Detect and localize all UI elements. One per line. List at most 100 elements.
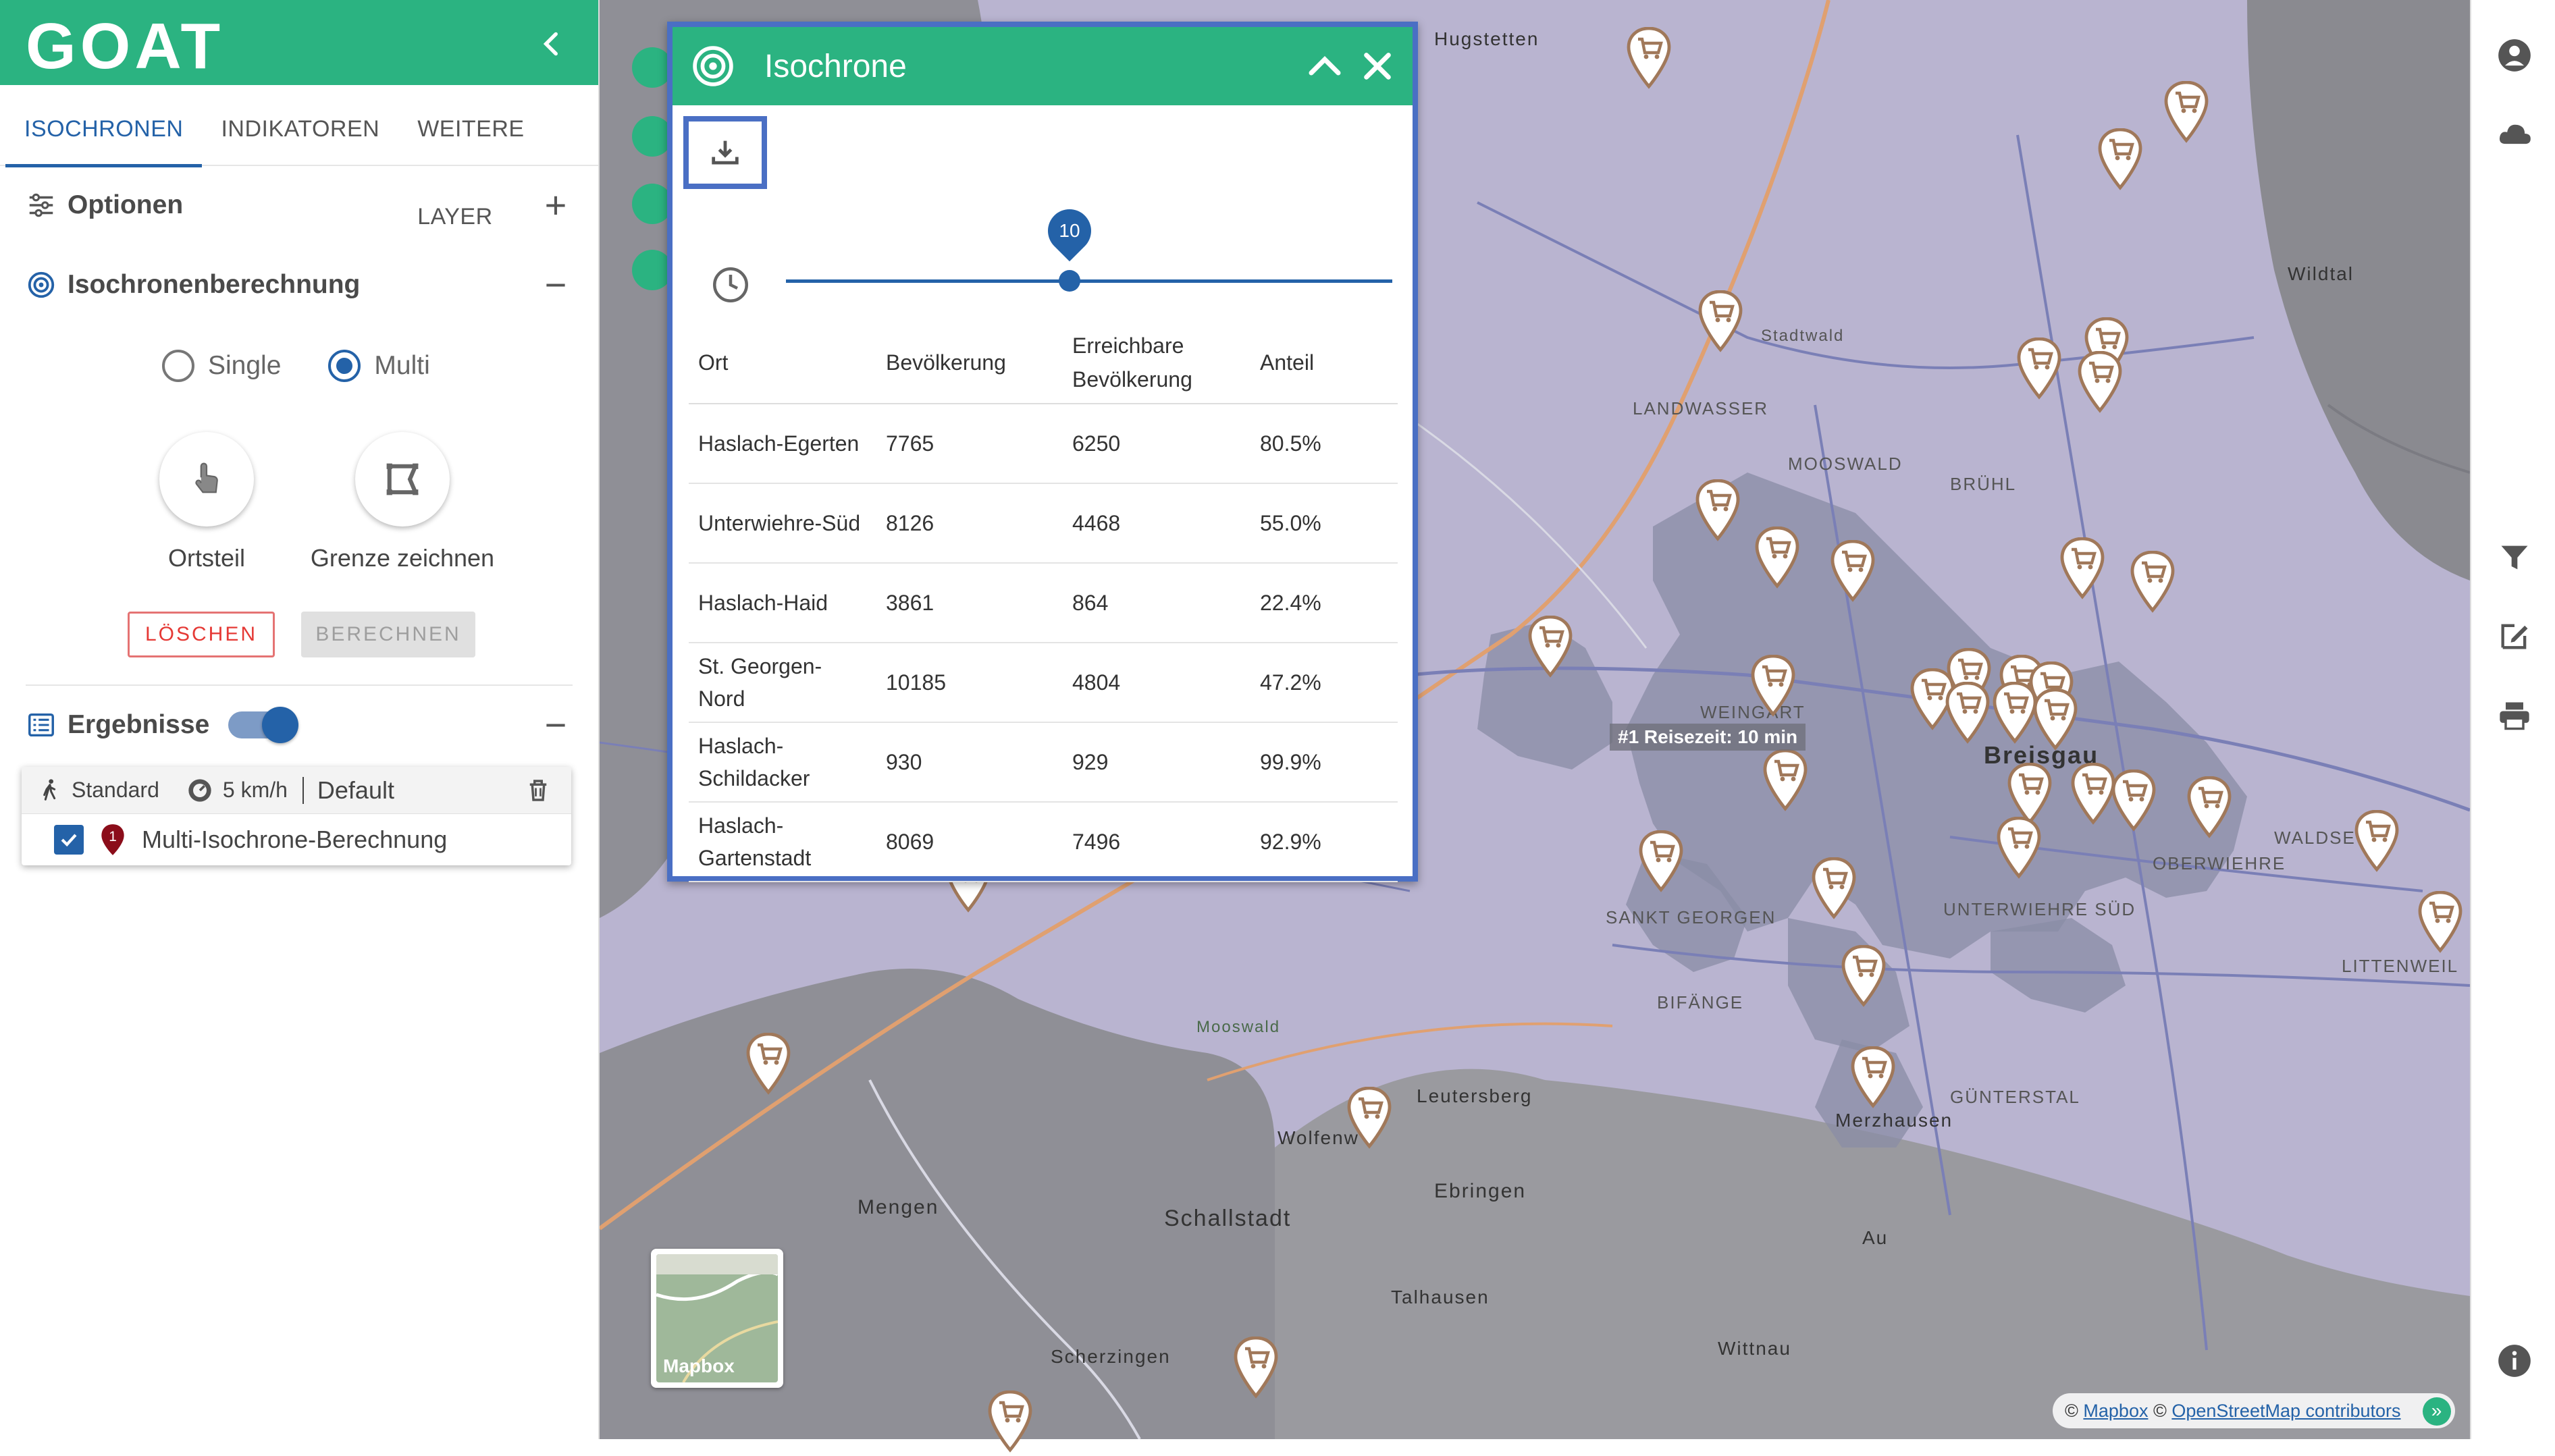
basemap-thumbnail[interactable]: Mapbox xyxy=(656,1254,778,1382)
map-label-hugstetten: Hugstetten xyxy=(1434,28,1539,49)
shopping-cart-icon[interactable] xyxy=(2059,537,2105,599)
map-label-bifaenge: BIFÄNGE xyxy=(1657,992,1744,1013)
map-fab-3[interactable] xyxy=(632,184,673,224)
travel-time-slider-thumb[interactable] xyxy=(1059,270,1080,292)
map-label-mooswald-sued: Mooswald xyxy=(1196,1018,1281,1036)
basemap-switcher[interactable]: Mapbox xyxy=(651,1249,783,1388)
result-checkbox[interactable] xyxy=(54,825,84,855)
trash-icon[interactable] xyxy=(524,776,552,805)
filter-icon[interactable] xyxy=(2497,540,2532,575)
cell-ort: Haslach-Schildacker xyxy=(689,722,876,803)
travel-time-slider-track[interactable] xyxy=(786,279,1392,283)
edit-icon[interactable] xyxy=(2497,618,2532,653)
map-label-talhausen: Talhausen xyxy=(1391,1287,1490,1307)
plus-icon[interactable]: + xyxy=(539,186,573,224)
map-fab-1[interactable] xyxy=(632,47,673,88)
radio-single[interactable]: Single xyxy=(162,350,281,382)
cell-erreich: 929 xyxy=(1063,722,1250,803)
isochrone-panel: Isochrone 10 Ort Bevölkerung Erreichbare… xyxy=(667,22,1418,882)
chevron-up-icon[interactable] xyxy=(1305,46,1345,86)
shopping-cart-icon[interactable] xyxy=(1750,654,1796,717)
copyright-1: © xyxy=(2065,1400,2084,1421)
table-row: Haslach-Egerten 7765 6250 80.5% xyxy=(689,404,1398,484)
map-label-bruehl: BRÜHL xyxy=(1950,474,2017,494)
shopping-cart-icon[interactable] xyxy=(2417,890,2463,953)
tab-indikatoren[interactable]: INDIKATOREN xyxy=(202,85,398,166)
shopping-cart-icon[interactable] xyxy=(2070,762,2116,825)
sidebar-header: GOAT xyxy=(0,0,598,85)
shopping-cart-icon[interactable] xyxy=(1830,539,1876,602)
attribution-mapbox-link[interactable]: Mapbox xyxy=(2083,1401,2148,1422)
isochrone-results-table: Ort Bevölkerung Erreichbare Bevölkerung … xyxy=(689,321,1398,882)
cell-anteil: 55.0% xyxy=(1250,483,1398,564)
download-button[interactable] xyxy=(683,116,767,189)
shopping-cart-icon[interactable] xyxy=(1695,479,1741,541)
shopping-cart-icon[interactable] xyxy=(1841,944,1887,1007)
close-icon[interactable] xyxy=(1359,47,1396,85)
shopping-cart-icon[interactable] xyxy=(1233,1336,1279,1399)
shopping-cart-icon[interactable] xyxy=(745,1032,791,1095)
travel-time-slider-area: 10 xyxy=(673,196,1413,302)
results-toggle-switch[interactable] xyxy=(228,707,299,743)
info-icon[interactable] xyxy=(2497,1343,2532,1378)
speed-label: 5 km/h xyxy=(222,778,288,802)
attribution-osm-link[interactable]: OpenStreetMap contributors xyxy=(2171,1401,2400,1422)
calc-section[interactable]: Isochronenberechnung − xyxy=(26,265,573,305)
shopping-cart-icon[interactable] xyxy=(2130,550,2176,613)
pointer-hand-icon[interactable] xyxy=(159,432,254,527)
shopping-cart-icon[interactable] xyxy=(1811,857,1857,919)
header-ort: Ort xyxy=(689,321,876,404)
radio-multi-circle[interactable] xyxy=(328,350,361,382)
shopping-cart-icon[interactable] xyxy=(1945,681,1991,744)
basemap-label: Mapbox xyxy=(663,1355,735,1376)
shopping-cart-icon[interactable] xyxy=(2032,688,2078,751)
map-label-stadtwald: Stadtwald xyxy=(1761,327,1845,345)
shopping-cart-icon[interactable] xyxy=(1992,681,2038,744)
map-label-wildtal: Wildtal xyxy=(2288,263,2354,284)
shopping-cart-icon[interactable] xyxy=(1697,290,1743,352)
result-item[interactable]: 1 Multi-Isochrone-Berechnung xyxy=(22,814,571,865)
minus-icon[interactable]: − xyxy=(539,706,573,744)
shopping-cart-icon[interactable] xyxy=(2111,769,2157,832)
cell-bev: 7765 xyxy=(876,404,1063,484)
shopping-cart-icon[interactable] xyxy=(1346,1086,1392,1149)
mode-ortsteil[interactable]: Ortsteil xyxy=(132,432,281,572)
draw-polygon-icon[interactable] xyxy=(355,432,450,527)
shopping-cart-icon[interactable] xyxy=(2077,350,2123,413)
delete-button[interactable]: LÖSCHEN xyxy=(128,612,275,657)
shopping-cart-icon[interactable] xyxy=(1626,26,1672,89)
shopping-cart-icon[interactable] xyxy=(1754,526,1800,589)
options-section[interactable]: Optionen + xyxy=(26,185,573,225)
shopping-cart-icon[interactable] xyxy=(987,1390,1033,1453)
result-card-header: Standard 5 km/h Default xyxy=(22,767,571,814)
shopping-cart-icon[interactable] xyxy=(2163,80,2209,143)
shopping-cart-icon[interactable] xyxy=(1996,816,2042,879)
shopping-cart-icon[interactable] xyxy=(2186,776,2232,838)
tab-weitere-layer[interactable]: WEITERE LAYER xyxy=(398,85,598,230)
map-fab-2[interactable] xyxy=(632,116,673,157)
minus-icon[interactable]: − xyxy=(539,266,573,304)
chevron-left-icon[interactable] xyxy=(535,27,569,61)
shopping-cart-icon[interactable] xyxy=(2016,337,2062,400)
cloud-icon[interactable] xyxy=(2497,116,2532,151)
map-label-merzhausen: Merzhausen xyxy=(1835,1110,1953,1131)
shopping-cart-icon[interactable] xyxy=(2007,762,2053,825)
user-icon[interactable] xyxy=(2497,38,2532,73)
print-icon[interactable] xyxy=(2497,698,2532,733)
sliders-icon xyxy=(29,193,53,217)
map-label-waldsee: WALDSE xyxy=(2274,828,2356,848)
mode-grenze-zeichnen[interactable]: Grenze zeichnen xyxy=(308,432,497,572)
radio-single-circle[interactable] xyxy=(162,350,194,382)
shopping-cart-icon[interactable] xyxy=(2097,128,2143,190)
chevrons-right-icon[interactable]: » xyxy=(2422,1397,2451,1426)
shopping-cart-icon[interactable] xyxy=(2354,809,2400,872)
shopping-cart-icon[interactable] xyxy=(1762,749,1808,811)
tab-isochronen[interactable]: ISOCHRONEN xyxy=(5,85,203,167)
radio-multi[interactable]: Multi xyxy=(328,350,430,382)
shopping-cart-icon[interactable] xyxy=(1638,830,1684,892)
shopping-cart-icon[interactable] xyxy=(1527,615,1573,678)
shopping-cart-icon[interactable] xyxy=(1850,1046,1896,1108)
cell-bev: 930 xyxy=(876,722,1063,803)
map-fab-4[interactable] xyxy=(632,250,673,290)
switch-knob[interactable] xyxy=(262,707,299,743)
